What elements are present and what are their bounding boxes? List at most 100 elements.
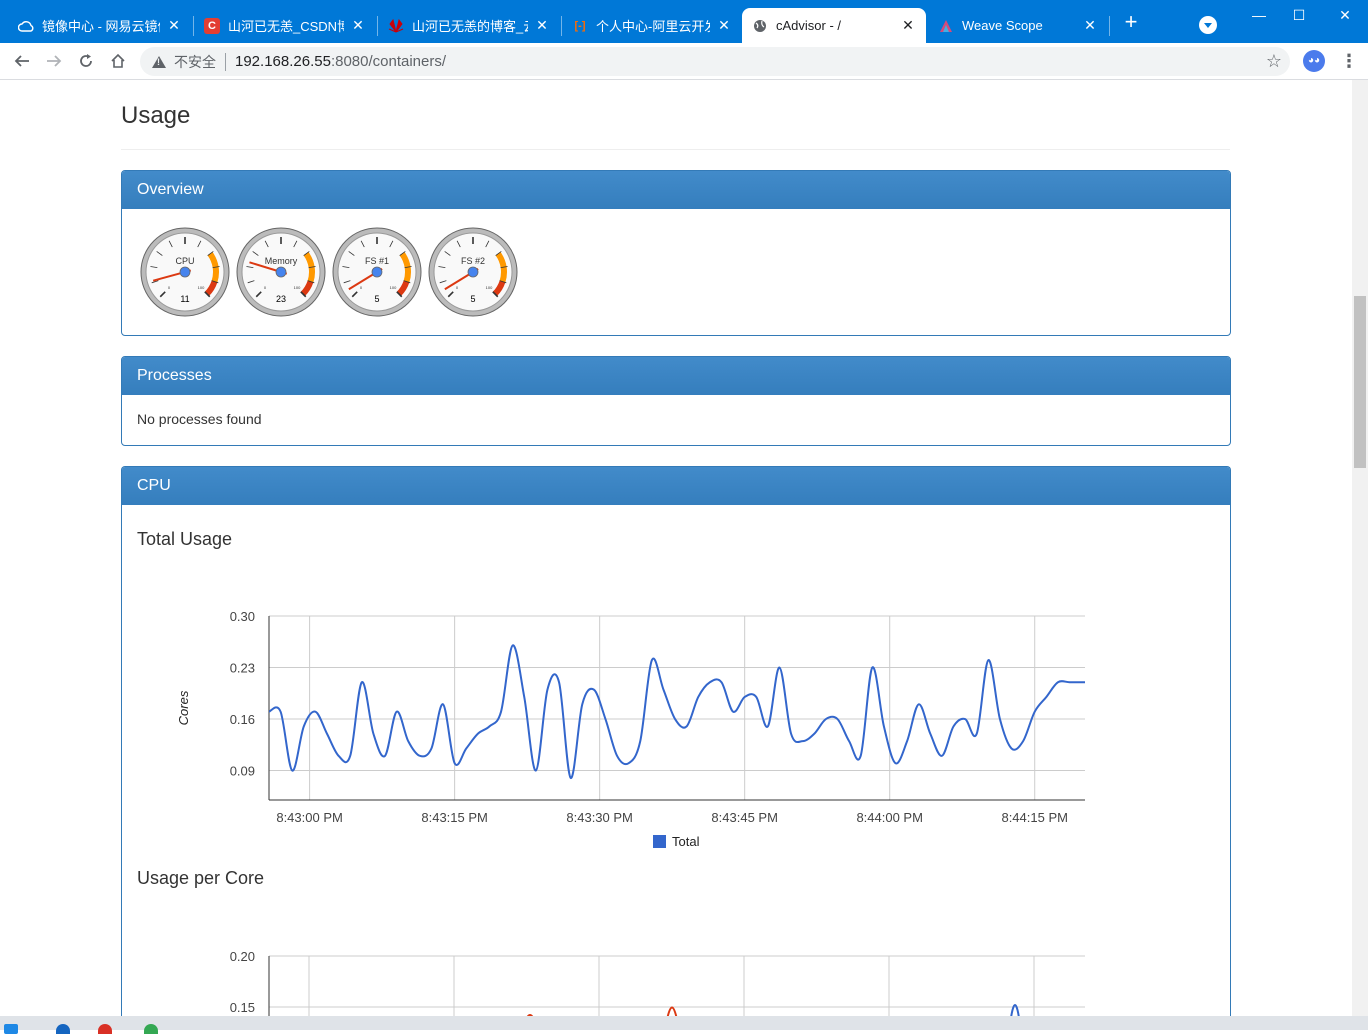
tab-huawei-cloud-blog[interactable]: 山河已无恙的博客_云 ✕ — [378, 8, 560, 43]
url-divider — [225, 52, 226, 71]
y-tick-label: 0.20 — [230, 949, 255, 964]
processes-panel: Processes No processes found — [121, 356, 1231, 446]
tab-aliyun-developer[interactable]: [-] 个人中心-阿里云开发 ✕ — [562, 8, 742, 43]
tab-cadvisor[interactable]: cAdvisor - / ✕ — [742, 8, 926, 43]
taskbar-app-icon[interactable] — [144, 1024, 158, 1034]
memory-gauge: Memory0 10023 — [236, 227, 326, 317]
tab-netease-mirror[interactable]: 镜像中心 - 网易云镜像 ✕ — [8, 8, 192, 43]
gauge-label: FS #1 — [365, 256, 389, 266]
window-close-button[interactable]: ✕ — [1322, 4, 1368, 26]
csdn-icon: C — [204, 17, 220, 34]
cpu-gauge: CPU0 10011 — [140, 227, 230, 317]
y-tick-label: 0.09 — [230, 764, 255, 779]
scrollbar-thumb[interactable] — [1354, 296, 1366, 468]
reload-button[interactable] — [74, 49, 98, 73]
not-secure-label[interactable]: 不安全 — [174, 52, 216, 72]
gauge-max-label: 100 — [198, 285, 205, 290]
arrow-left-icon — [14, 55, 29, 67]
url-bar[interactable]: 不安全 192.168.26.55 :8080/containers/ ☆ — [140, 47, 1290, 76]
url-path: :8080/containers/ — [330, 53, 447, 70]
series-line-core — [666, 1006, 678, 1016]
gauge-value: 5 — [374, 294, 379, 304]
gauge-label: CPU — [175, 256, 194, 266]
no-processes-text: No processes found — [137, 411, 262, 427]
close-icon[interactable]: ✕ — [534, 17, 550, 34]
title-divider — [121, 149, 1230, 150]
taskbar-app-icon[interactable] — [4, 1024, 18, 1034]
gauge-hub — [467, 266, 479, 278]
profile-avatar-icon[interactable]: ◕◕ — [1303, 50, 1325, 72]
browser-tab-bar: 镜像中心 - 网易云镜像 ✕ C 山河已无恙_CSDN博客 ✕ 山河已无恙的博客… — [0, 0, 1368, 43]
gauge-max-label: 100 — [294, 285, 301, 290]
tab-title: Weave Scope — [962, 18, 1043, 33]
huawei-icon — [388, 18, 404, 34]
page-title: Usage — [121, 102, 191, 129]
close-icon[interactable]: ✕ — [166, 17, 182, 34]
tab-title: 镜像中心 - 网易云镜像 — [42, 19, 160, 34]
close-icon[interactable]: ✕ — [716, 17, 732, 34]
processes-body: No processes found — [122, 395, 1230, 442]
overview-body: CPU 0 100 11 Memory 0 100 23 FS #1 0 100 5 FS #2 0… — [122, 209, 1230, 317]
gauge-label: FS #2 — [461, 256, 485, 266]
taskbar-app-icon[interactable] — [56, 1024, 70, 1034]
tab-weave-scope[interactable]: Weave Scope ✕ — [928, 8, 1108, 43]
home-icon — [111, 53, 125, 68]
cpu-body: Total Usage 0.30 0.23 0.16 0.09 8:43:00 PM 8:… — [122, 505, 1230, 1016]
gauge-max-label: 100 — [486, 285, 493, 290]
browser-menu-icon[interactable]: ⋮ — [1340, 49, 1358, 73]
gauge-label: Memory — [265, 256, 298, 266]
gauge-value: 11 — [180, 294, 189, 304]
x-tick-label: 8:44:15 PM — [1001, 810, 1068, 825]
tab-csdn-blog[interactable]: C 山河已无恙_CSDN博客 ✕ — [194, 8, 376, 43]
gauge-value: 5 — [470, 294, 475, 304]
cloud-icon — [18, 18, 34, 34]
overview-heading: Overview — [122, 171, 1230, 209]
home-button[interactable] — [106, 49, 130, 73]
gauge-max-label: 100 — [390, 285, 397, 290]
address-toolbar: 不安全 192.168.26.55 :8080/containers/ ☆ ◕◕… — [0, 43, 1368, 80]
gauge-hub — [179, 266, 191, 278]
new-tab-button[interactable]: + — [1120, 11, 1142, 34]
y-tick-label: 0.30 — [230, 609, 255, 624]
tab-title: 山河已无恙_CSDN博客 — [228, 19, 344, 34]
cpu-panel: CPU Total Usage 0.30 0.23 0.16 0.09 8:43:00 … — [121, 466, 1231, 1016]
bookmark-star-icon[interactable]: ☆ — [1266, 51, 1282, 72]
gauge-value: 23 — [276, 294, 286, 304]
os-taskbar — [0, 1016, 1368, 1030]
tab-title: cAdvisor - / — [776, 18, 842, 33]
globe-icon — [752, 18, 768, 34]
forward-button[interactable] — [42, 49, 66, 73]
gauge-hub — [371, 266, 383, 278]
close-icon[interactable]: ✕ — [350, 17, 366, 34]
tab-search-button[interactable] — [1199, 16, 1217, 34]
maximize-button[interactable]: ☐ — [1276, 4, 1322, 26]
gauge-hub — [275, 266, 287, 278]
per-core-title: Usage per Core — [137, 868, 265, 888]
tab-divider — [1109, 16, 1110, 36]
x-tick-label: 8:43:15 PM — [421, 810, 488, 825]
overview-panel: Overview CPU 0 100 11 Memory 0 100 23 FS #1 0 10… — [121, 170, 1231, 336]
y-tick-label: 0.23 — [230, 661, 255, 676]
legend-swatch — [653, 835, 666, 848]
y-tick-label: 0.15 — [230, 1000, 255, 1015]
page-scrollbar[interactable] — [1352, 80, 1368, 1016]
page-viewport: Usage Overview CPU 0 100 11 Memory 0 100 23 FS… — [0, 80, 1352, 1016]
url-host: 192.168.26.55 — [235, 53, 331, 70]
weave-icon — [938, 18, 954, 34]
close-icon[interactable]: ✕ — [1082, 17, 1098, 34]
processes-heading: Processes — [122, 357, 1230, 395]
legend-label: Total — [672, 834, 700, 849]
close-icon[interactable]: ✕ — [900, 17, 916, 34]
back-button[interactable] — [10, 49, 34, 73]
total-usage-chart: 0.30 0.23 0.16 0.09 8:43:00 PM 8:43:15 PM 8:43… — [176, 609, 1085, 849]
fs2-gauge: FS #20 1005 — [428, 227, 518, 317]
taskbar-app-icon[interactable] — [98, 1024, 112, 1034]
fs1-gauge: FS #10 1005 — [332, 227, 422, 317]
x-tick-label: 8:43:45 PM — [711, 810, 778, 825]
warning-icon — [152, 55, 166, 68]
x-tick-label: 8:44:00 PM — [856, 810, 923, 825]
arrow-right-icon — [47, 55, 62, 67]
x-tick-label: 8:43:30 PM — [566, 810, 633, 825]
y-tick-label: 0.16 — [230, 712, 255, 727]
tab-title: 山河已无恙的博客_云 — [412, 19, 528, 34]
